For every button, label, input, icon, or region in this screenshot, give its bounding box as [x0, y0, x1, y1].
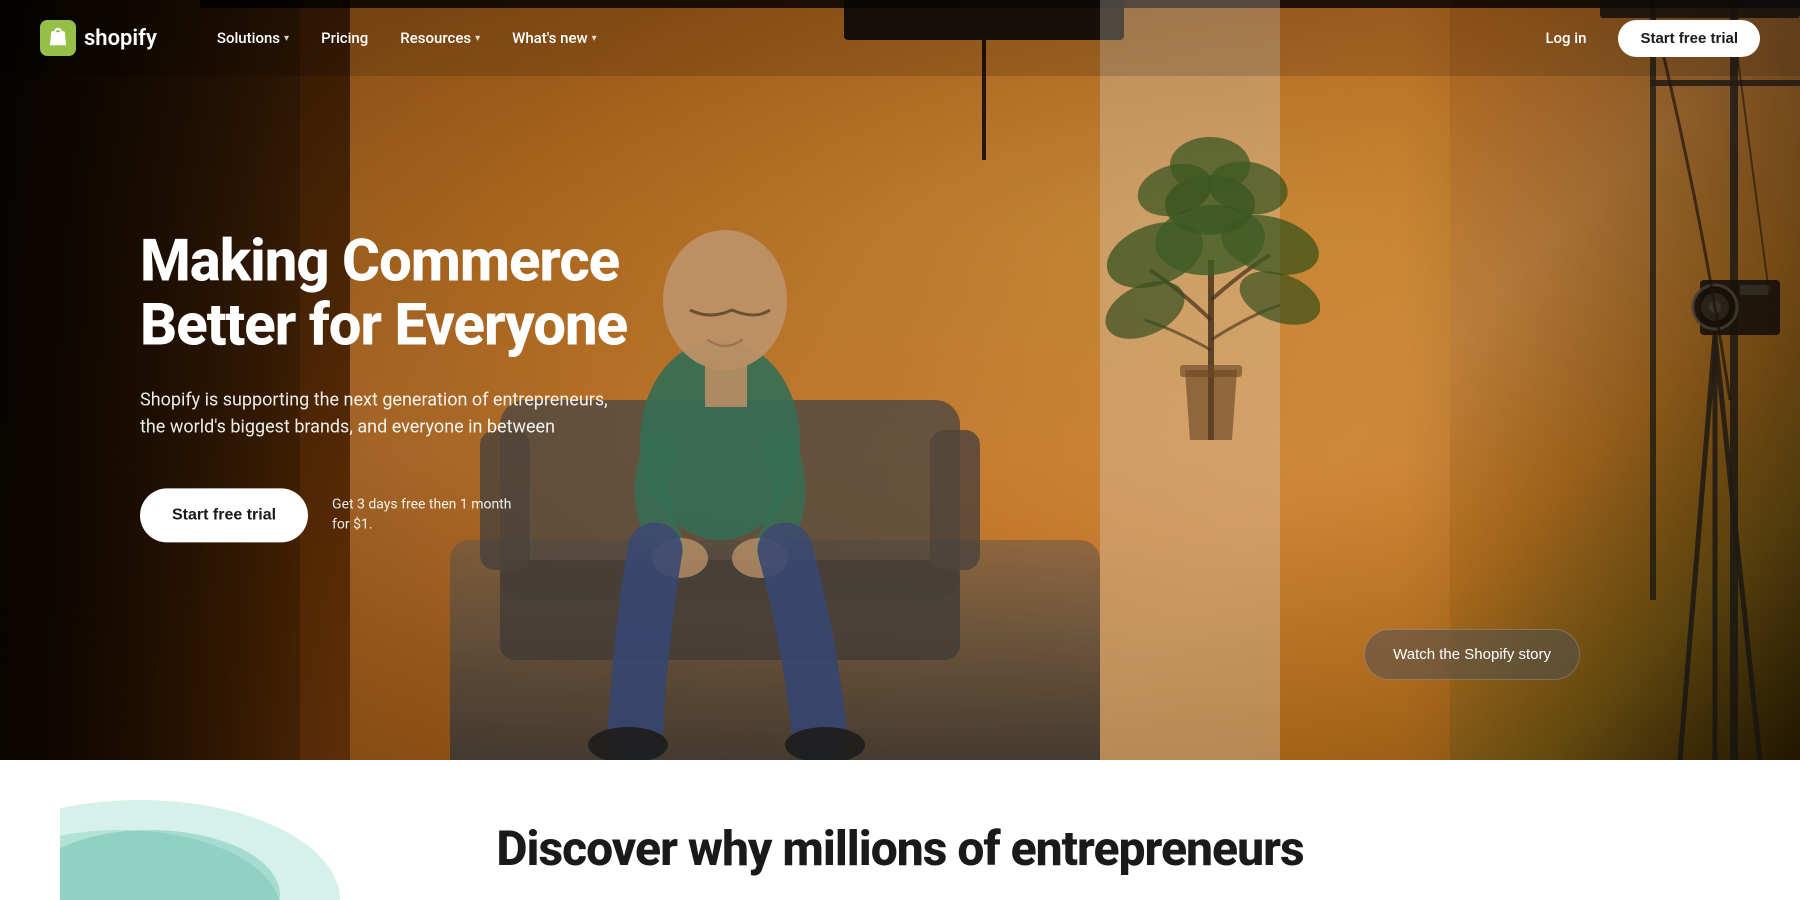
hero-cta-subtext: Get 3 days free then 1 month for $1.: [332, 495, 511, 534]
hero-content: Making Commerce Better for Everyone Shop…: [140, 230, 740, 542]
login-link[interactable]: Log in: [1529, 21, 1602, 55]
hero-title: Making Commerce Better for Everyone: [140, 230, 740, 358]
nav-resources-label: Resources: [400, 29, 471, 47]
whats-new-chevron-icon: ▾: [592, 33, 597, 44]
nav-solutions-label: Solutions: [217, 29, 280, 47]
shopify-bag-icon: [40, 20, 76, 56]
hero-section: Making Commerce Better for Everyone Shop…: [0, 0, 1800, 760]
hero-cta-subtext-line1: Get 3 days free then 1 month: [332, 495, 511, 515]
bottom-title: Discover why millions of entrepreneurs: [496, 820, 1303, 877]
brand-logo[interactable]: shopify: [40, 20, 157, 56]
navigation: shopify Solutions ▾ Pricing Resources ▾ …: [0, 0, 1800, 76]
nav-right: Log in Start free trial: [1529, 20, 1760, 57]
nav-solutions[interactable]: Solutions ▾: [205, 21, 301, 55]
bottom-section: Discover why millions of entrepreneurs: [0, 760, 1800, 900]
watch-story-button[interactable]: Watch the Shopify story: [1364, 629, 1580, 680]
nav-resources[interactable]: Resources ▾: [388, 21, 492, 55]
nav-start-trial-button[interactable]: Start free trial: [1618, 20, 1760, 57]
resources-chevron-icon: ▾: [475, 33, 480, 44]
hero-subtitle: Shopify is supporting the next generatio…: [140, 386, 620, 440]
nav-pricing[interactable]: Pricing: [309, 21, 380, 55]
hero-start-trial-button[interactable]: Start free trial: [140, 488, 308, 542]
plant-svg: [1100, 60, 1320, 440]
solutions-chevron-icon: ▾: [284, 33, 289, 44]
nav-whats-new-label: What's new: [512, 29, 587, 47]
nav-pricing-label: Pricing: [321, 29, 368, 47]
hero-actions: Start free trial Get 3 days free then 1 …: [140, 488, 740, 542]
nav-links: Solutions ▾ Pricing Resources ▾ What's n…: [205, 21, 1530, 55]
nav-whats-new[interactable]: What's new ▾: [500, 21, 609, 55]
bottom-decorative-graphic: [60, 760, 380, 900]
brand-name: shopify: [84, 26, 157, 51]
hero-cta-subtext-line2: for $1.: [332, 515, 511, 535]
